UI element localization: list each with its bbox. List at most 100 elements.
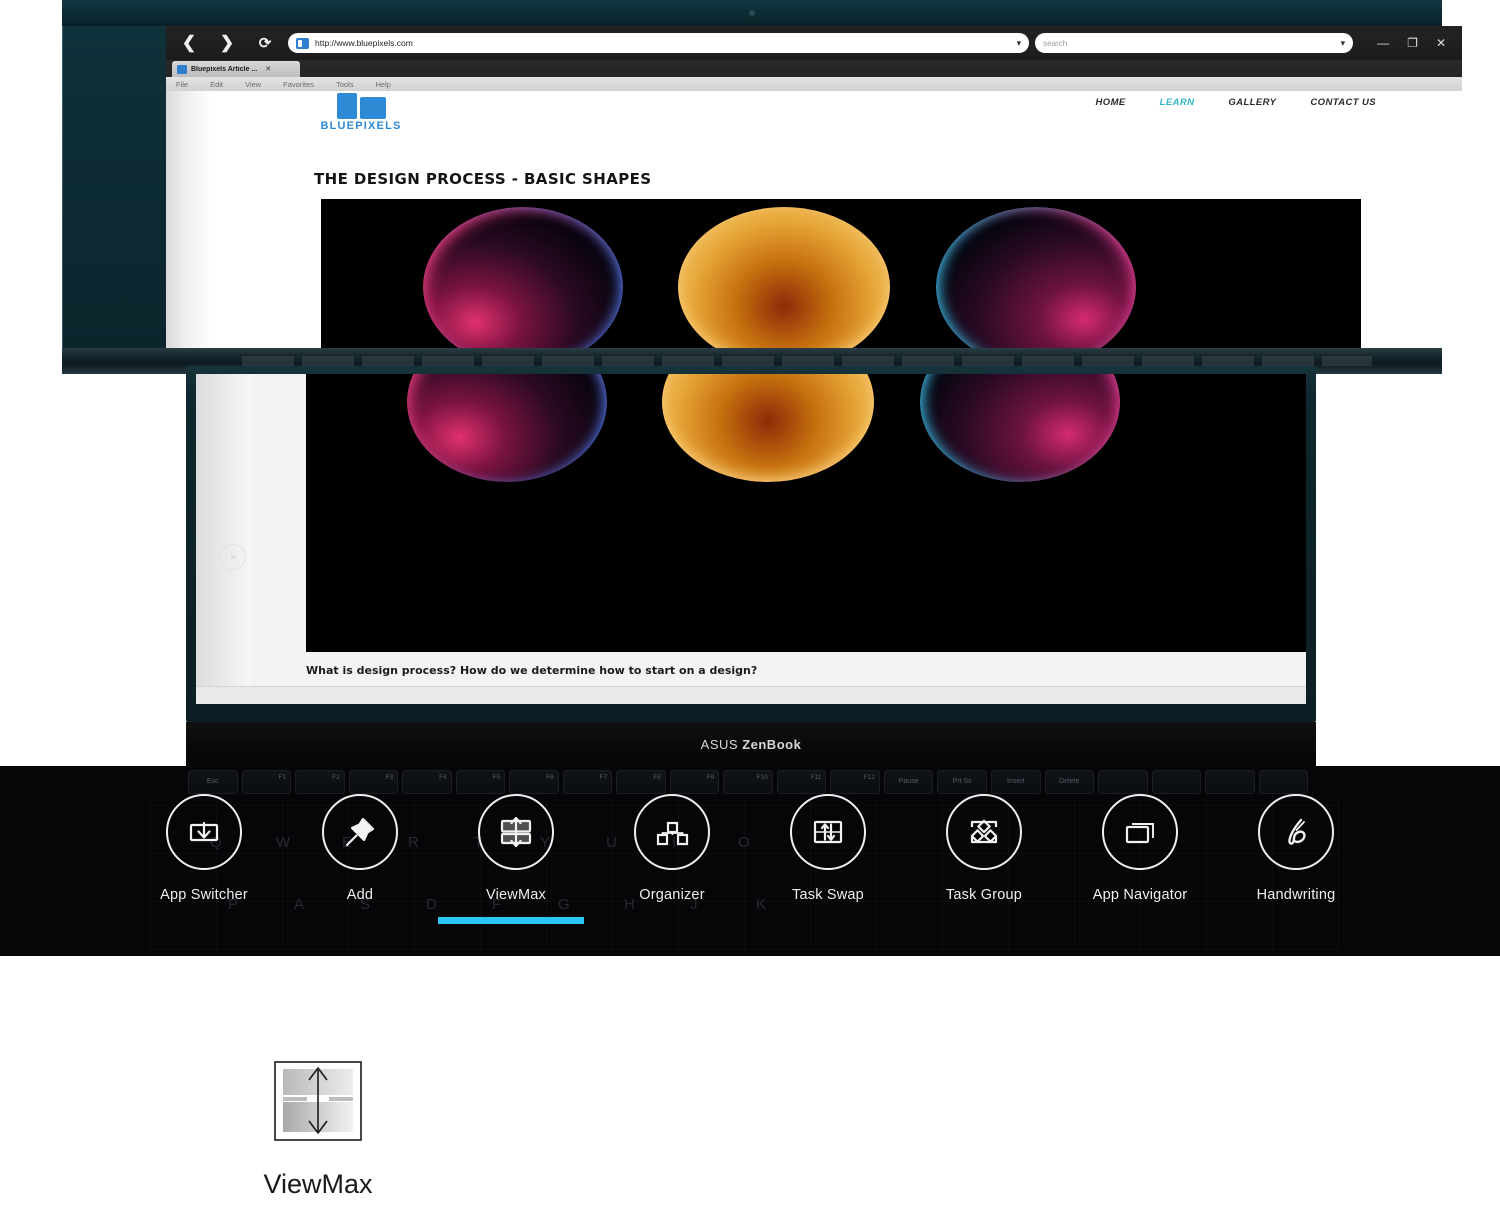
tab-title: Bluepixels Article ... — [191, 65, 258, 73]
nav-item-learn[interactable]: LEARN — [1160, 97, 1195, 108]
chevron-down-icon[interactable]: ▾ — [1017, 38, 1022, 49]
site-logo-text: BLUEPIXELS — [320, 120, 402, 132]
browser-tab[interactable]: Bluepixels Article ... ✕ — [172, 61, 300, 77]
key-f2[interactable]: F2 — [295, 770, 345, 794]
tool-label: App Navigator — [1092, 887, 1188, 903]
bubble-row-continuation — [306, 374, 1306, 482]
key-f6[interactable]: F6 — [509, 770, 559, 794]
search-placeholder: search — [1043, 38, 1068, 48]
key-label: Esc — [206, 778, 219, 785]
bubble-amber — [678, 207, 890, 348]
key-delete[interactable]: Delete — [1044, 770, 1095, 794]
key-f8[interactable]: F8 — [616, 770, 666, 794]
browser-menu-bar: File Edit View Favorites Tools Help — [166, 77, 1462, 91]
tab-close-icon[interactable]: ✕ — [265, 65, 271, 73]
key-label: F6 — [546, 774, 554, 781]
menu-item-favorites[interactable]: Favorites — [283, 80, 314, 89]
tool-viewmax[interactable]: ViewMax — [438, 794, 594, 944]
tool-underline-slot — [282, 917, 438, 924]
address-bar[interactable]: http://www.bluepixels.com ▾ — [288, 33, 1030, 53]
nav-item-home[interactable]: HOME — [1096, 97, 1126, 108]
key-f4[interactable]: F4 — [402, 770, 452, 794]
key-power-icon[interactable] — [1258, 770, 1309, 794]
menu-item-view[interactable]: View — [245, 80, 261, 89]
search-input[interactable]: search ▾ — [1035, 33, 1354, 53]
menu-item-tools[interactable]: Tools — [336, 80, 354, 89]
laptop-lid: ❮ ❯ ⟳ http://www.bluepixels.com ▾ search… — [62, 0, 1462, 372]
viewmax-icon — [478, 794, 554, 870]
tool-add[interactable]: Add — [282, 794, 438, 944]
main-display-screen: ❮ ❯ ⟳ http://www.bluepixels.com ▾ search… — [166, 26, 1462, 348]
key-f10[interactable]: F10 — [723, 770, 773, 794]
key-f5[interactable]: F5 — [455, 770, 506, 794]
site-logo[interactable]: BLUEPIXELS — [286, 91, 436, 132]
page-left-rail — [196, 374, 252, 704]
key-settings-icon[interactable] — [1098, 770, 1148, 794]
tool-handwriting[interactable]: Handwriting — [1218, 794, 1374, 944]
key-f11[interactable]: F11 — [776, 770, 827, 794]
page-caption: What is design process? How do we determ… — [306, 664, 758, 677]
key-f3[interactable]: F3 — [348, 770, 399, 794]
key-f12[interactable]: F12 — [830, 770, 880, 794]
tool-organizer[interactable]: Organizer — [594, 794, 750, 944]
organizer-icon — [634, 794, 710, 870]
tool-app-navigator[interactable]: App Navigator — [1062, 794, 1218, 944]
menu-item-file[interactable]: File — [176, 80, 188, 89]
key-label: F5 — [492, 774, 501, 781]
menu-item-edit[interactable]: Edit — [210, 80, 223, 89]
close-button[interactable]: ✕ — [1436, 37, 1446, 49]
reload-icon[interactable]: ⟳ — [254, 32, 276, 54]
key-label: Pause — [898, 778, 919, 785]
restore-button[interactable]: ❐ — [1407, 37, 1418, 49]
tool-task-group[interactable]: Task Group — [906, 794, 1062, 944]
nav-item-contact-us[interactable]: CONTACT US — [1310, 97, 1376, 108]
minimize-button[interactable]: — — [1377, 37, 1389, 49]
bubble-pink-blue — [423, 207, 623, 348]
key-label: F2 — [332, 774, 340, 781]
key-insert[interactable]: Insert — [990, 770, 1041, 794]
bubble-amber-bottom — [662, 374, 874, 482]
tool-app-switcher[interactable]: App Switcher — [126, 794, 282, 944]
tool-label: Handwriting — [1256, 887, 1336, 903]
feature-viewmax-icon — [238, 1056, 398, 1151]
key-f1[interactable]: F1 — [241, 770, 292, 794]
tool-task-swap[interactable]: Task Swap — [750, 794, 906, 944]
key-f7[interactable]: F7 — [562, 770, 613, 794]
tool-label: Task Swap — [792, 887, 864, 903]
expand-chevron-icon[interactable]: » — [220, 544, 246, 570]
palm-rest: ASUS ZenBook — [186, 722, 1316, 766]
browser-nav-buttons: ❮ ❯ ⟳ — [178, 32, 276, 54]
key-label: F8 — [653, 774, 661, 781]
search-chevron-down-icon[interactable]: ▾ — [1341, 38, 1346, 49]
logo-mark-icon — [286, 91, 436, 119]
key-label: F4 — [439, 774, 447, 781]
key-label: F10 — [756, 774, 768, 781]
key-label: Insert — [1006, 778, 1025, 785]
tab-favicon-icon — [177, 64, 187, 74]
nav-item-gallery[interactable]: GALLERY — [1228, 97, 1276, 108]
key-pause[interactable]: Pause — [883, 770, 934, 794]
site-favicon-icon — [296, 37, 309, 49]
back-arrow-icon[interactable]: ❮ — [178, 32, 200, 54]
page-title: THE DESIGN PROCESS - BASIC SHAPES — [314, 170, 652, 188]
key-print-screen[interactable]: Prt Sc — [937, 770, 987, 794]
lid-top-bezel — [62, 0, 1442, 26]
feature-title: ViewMax — [263, 1169, 373, 1199]
key-label: Prt Sc — [952, 778, 972, 785]
tool-underline-slot — [126, 917, 282, 924]
address-bar-wrapper: http://www.bluepixels.com ▾ search ▾ — [288, 33, 1354, 53]
hero-image-upper-half — [321, 199, 1361, 348]
site-navigation: HOME LEARN GALLERY CONTACT US — [1096, 97, 1376, 108]
key-f9[interactable]: F9 — [669, 770, 720, 794]
key-label: F3 — [385, 774, 394, 781]
key-esc[interactable]: Esc — [188, 770, 238, 794]
key-label: F7 — [599, 774, 608, 781]
product-feature-screenshot: ❮ ❯ ⟳ http://www.bluepixels.com ▾ search… — [0, 0, 1500, 1216]
tool-label: App Switcher — [160, 887, 248, 903]
key-screen-switch-icon[interactable] — [1205, 770, 1255, 794]
browser-toolbar: ❮ ❯ ⟳ http://www.bluepixels.com ▾ search… — [166, 26, 1462, 60]
forward-arrow-icon[interactable]: ❯ — [216, 32, 238, 54]
asus-zenbook-logo: ASUS ZenBook — [701, 737, 802, 752]
menu-item-help[interactable]: Help — [376, 80, 391, 89]
key-screenpad-toggle-icon[interactable] — [1151, 770, 1202, 794]
